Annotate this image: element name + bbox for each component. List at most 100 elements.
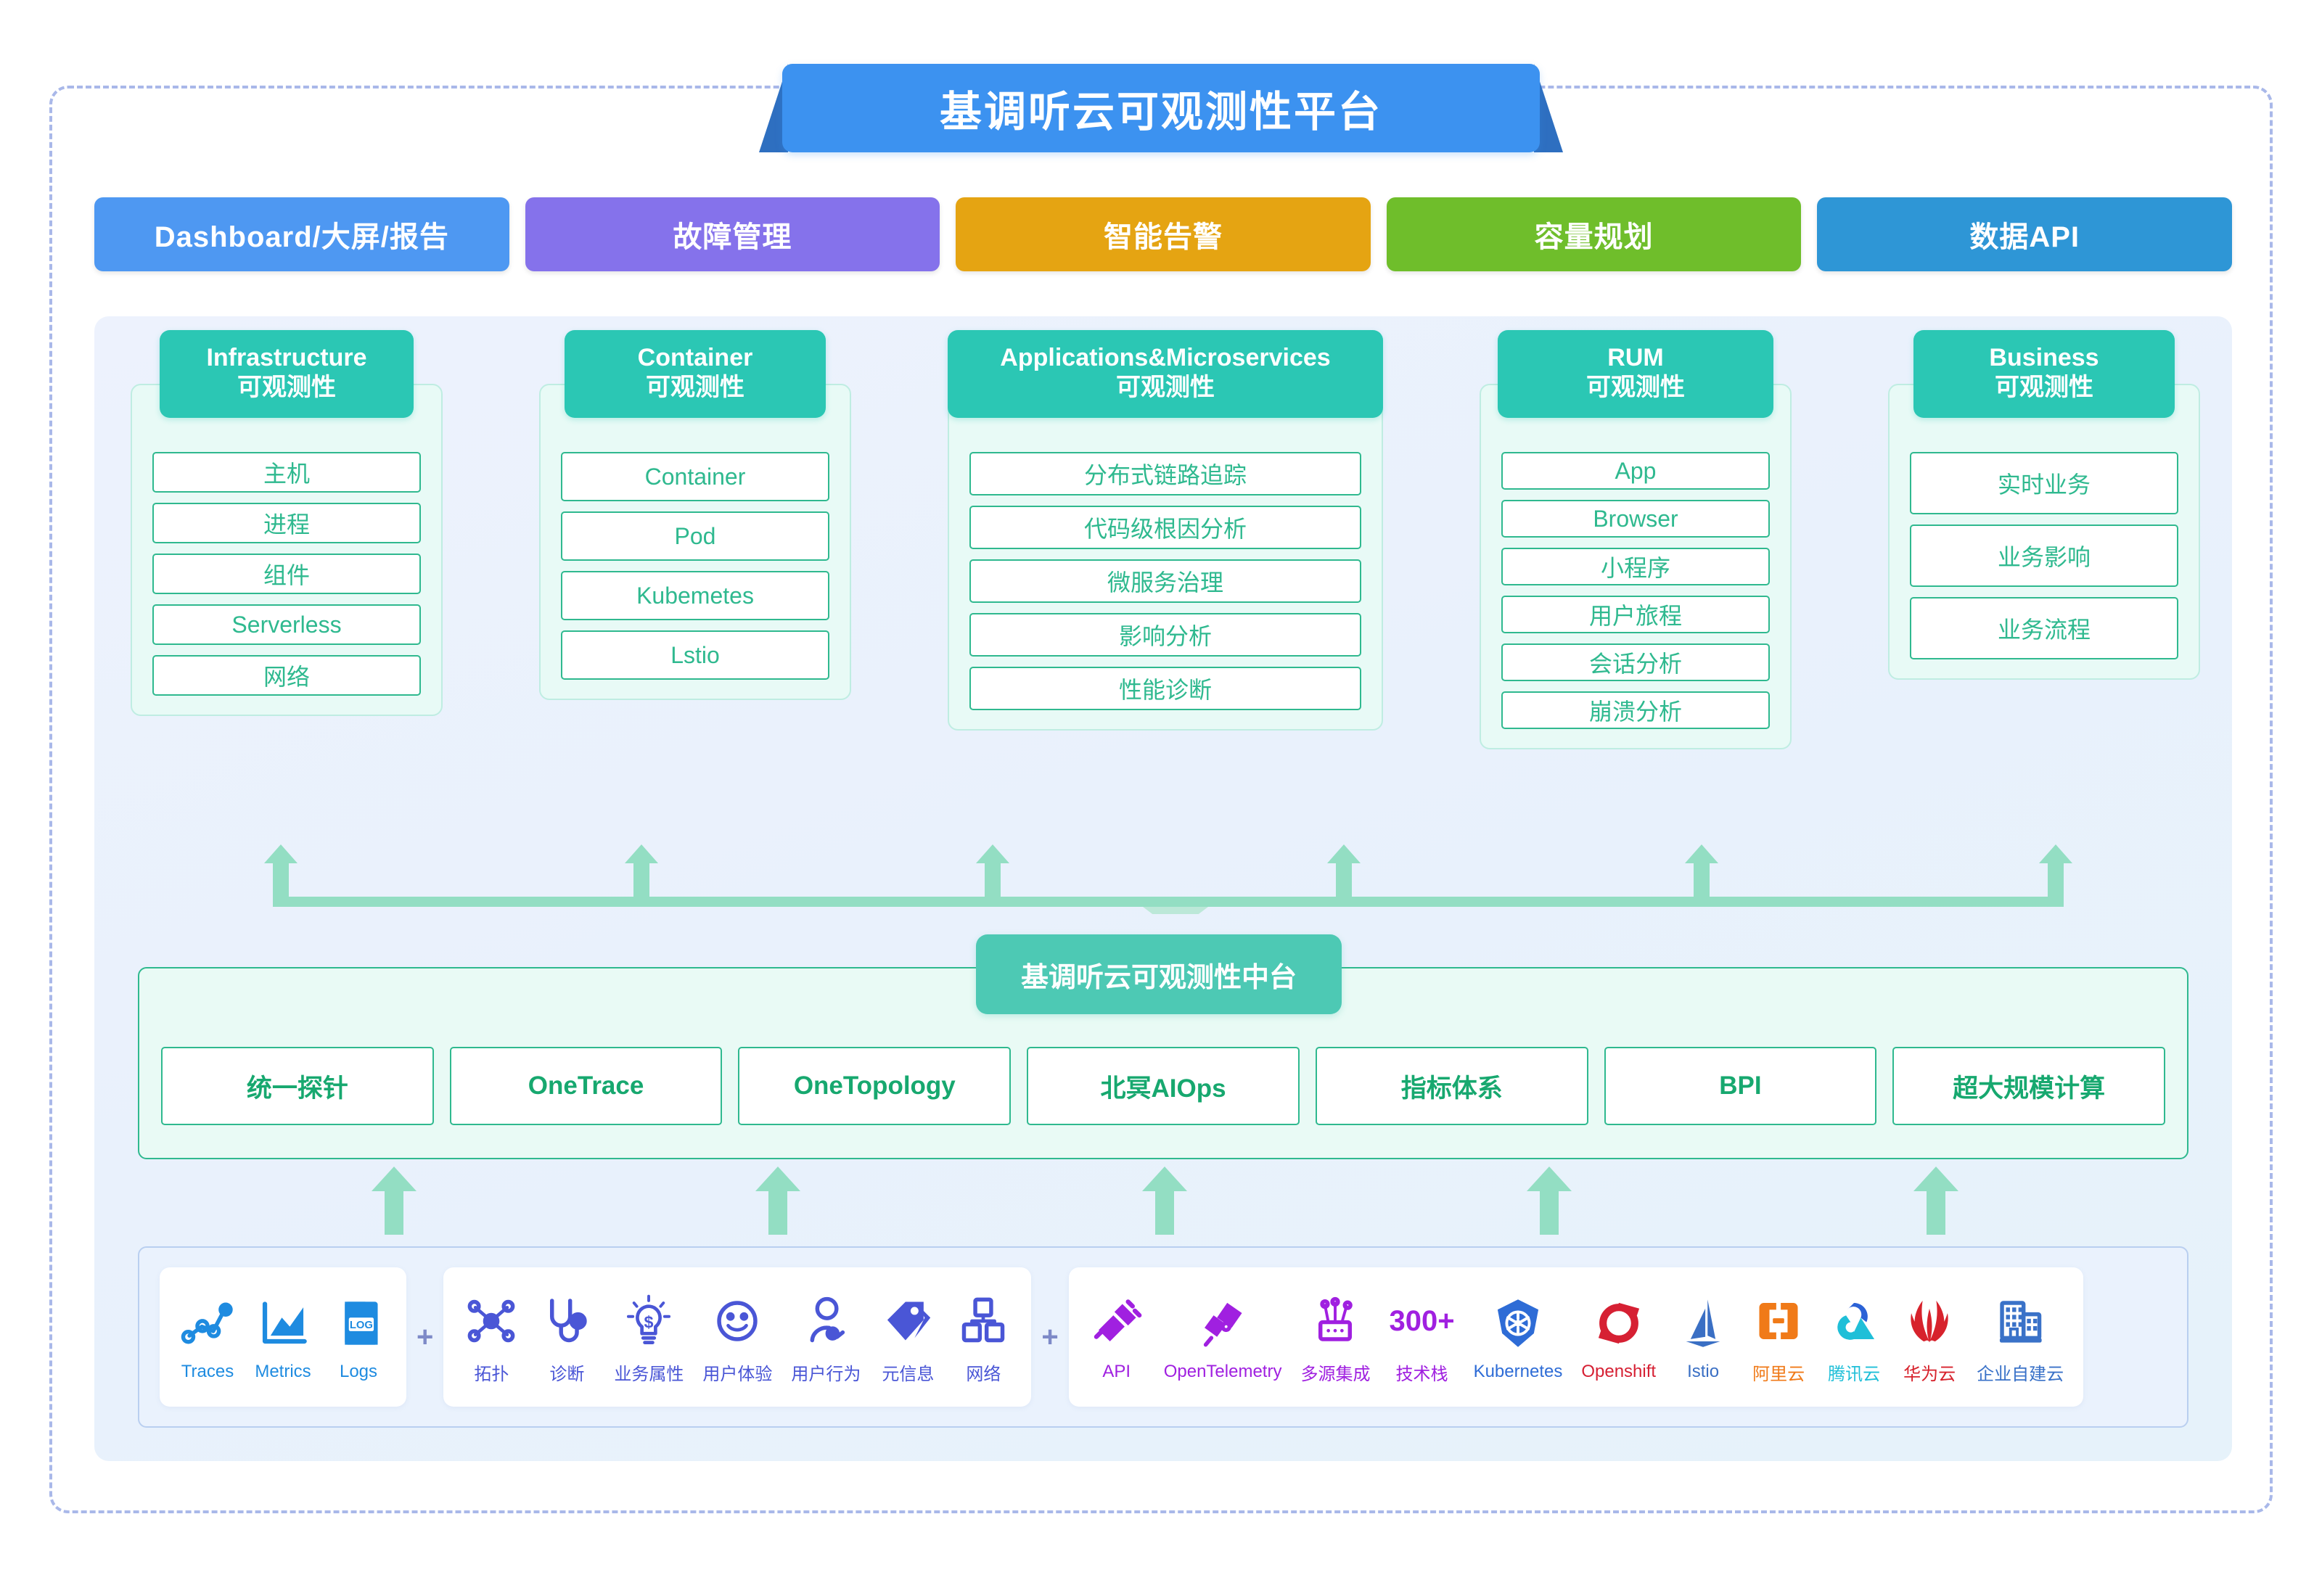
pillar-title-en: Business xyxy=(1989,344,2099,371)
svg-text:LOG: LOG xyxy=(350,1320,373,1331)
pillar-item[interactable]: 影响分析 xyxy=(969,613,1361,657)
pillar-header: Infrastructure 可观测性 xyxy=(160,330,414,418)
pillar-rum: App Browser 小程序 用户旅程 会话分析 崩溃分析 RUM 可观测性 xyxy=(1480,330,1792,838)
source-group-2: API OpenTelemetry 多源集成 300+ 技术栈 Kubernetes Ope… xyxy=(1068,1267,2084,1407)
pillar-item[interactable]: Container xyxy=(561,452,829,501)
pillar-item[interactable]: 性能诊断 xyxy=(969,667,1361,710)
top-nav-bar: Dashboard/大屏/报告 故障管理 智能告警 容量规划 数据API xyxy=(94,197,2232,271)
source-item[interactable]: 网络 xyxy=(945,1290,1021,1385)
data-sources-card: Traces Metrics LOG Logs + 拓扑 诊断 $ 业务属性 用户体验 用户行为 元信… xyxy=(138,1246,2188,1428)
pillar-body: Container Pod Kubemetes Lstio xyxy=(539,384,851,700)
source-item-label: 腾讯云 xyxy=(1828,1364,1881,1384)
pillar-item[interactable]: 崩溃分析 xyxy=(1501,691,1770,729)
pillar-item[interactable]: Kubemetes xyxy=(561,571,829,620)
nav-button-2[interactable]: 智能告警 xyxy=(956,197,1371,271)
enterprise-cloud-icon xyxy=(1992,1290,2048,1352)
source-item[interactable]: 用户体验 xyxy=(693,1290,781,1385)
count-300-plus: 300+ xyxy=(1389,1304,1455,1337)
pillar-infrastructure: 主机进程组件 Serverless 网络 Infrastructure 可观测性 xyxy=(131,330,443,838)
source-item-label: 用户行为 xyxy=(791,1364,861,1384)
source-item-label: Logs xyxy=(339,1362,378,1381)
pillar-title-cn: 可观测性 xyxy=(237,374,336,402)
kubernetes-logo xyxy=(1490,1292,1546,1354)
pillar-item[interactable]: 分布式链路追踪 xyxy=(969,452,1361,495)
source-item[interactable]: 拓扑 xyxy=(454,1290,529,1385)
pillar-item[interactable]: 实时业务 xyxy=(1910,452,2178,514)
source-item-label: 阿里云 xyxy=(1752,1364,1805,1384)
pillar-item[interactable]: 会话分析 xyxy=(1501,643,1770,681)
source-item[interactable]: 阿里云 xyxy=(1741,1290,1816,1385)
capability-box[interactable]: BPI xyxy=(1604,1047,1877,1125)
smiley-face-icon xyxy=(709,1290,766,1352)
logs-icon: LOG xyxy=(330,1292,387,1354)
source-item-label: 华为云 xyxy=(1903,1364,1956,1384)
source-item[interactable]: API xyxy=(1079,1292,1154,1382)
pillar-title-cn: 可观测性 xyxy=(1116,374,1215,402)
pillar-item[interactable]: Pod xyxy=(561,511,829,561)
pillar-title-cn: 可观测性 xyxy=(1586,374,1685,402)
router-icon xyxy=(1307,1290,1363,1352)
source-item-label: 诊断 xyxy=(549,1364,585,1384)
pillar-item[interactable]: App xyxy=(1501,452,1770,490)
pillar-item[interactable]: 组件 xyxy=(152,554,421,594)
platform-label: 基调听云可观测性中台 xyxy=(976,934,1342,1014)
source-item[interactable]: 企业自建云 xyxy=(1967,1290,2073,1385)
source-item[interactable]: $ 业务属性 xyxy=(604,1290,693,1385)
source-group-1: 拓扑 诊断 $ 业务属性 用户体验 用户行为 元信息 网络 xyxy=(443,1267,1032,1407)
observability-pillars: 主机进程组件 Serverless 网络 Infrastructure 可观测性 Cont… xyxy=(131,330,2200,838)
plus-separator: + xyxy=(1041,1320,1059,1353)
pillar-title-en: Container xyxy=(637,344,753,371)
pillar-item[interactable]: Lstio xyxy=(561,630,829,680)
platform-capabilities: 统一探针 OneTrace OneTopology 北冥AIOps 指标体系 BPI 超大规… xyxy=(161,1047,2166,1125)
capability-box[interactable]: 指标体系 xyxy=(1315,1047,1588,1125)
source-item[interactable]: 元信息 xyxy=(870,1290,945,1385)
source-item-label: OpenTelemetry xyxy=(1163,1362,1282,1381)
source-item-label: 拓扑 xyxy=(474,1364,509,1384)
capability-box[interactable]: 超大规模计算 xyxy=(1892,1047,2166,1125)
pillar-item[interactable]: 用户旅程 xyxy=(1501,596,1770,633)
pillar-title-en: Infrastructure xyxy=(206,344,367,371)
pillar-item[interactable]: Serverless xyxy=(152,604,421,645)
user-behavior-icon xyxy=(797,1290,854,1352)
nav-button-4[interactable]: 数据API xyxy=(1817,197,2232,271)
capability-box[interactable]: 北冥AIOps xyxy=(1027,1047,1300,1125)
pillar-title-cn: 可观测性 xyxy=(1995,374,2093,402)
source-item-label: 多源集成 xyxy=(1300,1364,1371,1384)
source-item[interactable]: 诊断 xyxy=(529,1290,604,1385)
capability-box[interactable]: 统一探针 xyxy=(161,1047,434,1125)
pillar-item[interactable]: 微服务治理 xyxy=(969,559,1361,603)
source-item[interactable]: 用户行为 xyxy=(781,1290,870,1385)
pillar-item[interactable]: 小程序 xyxy=(1501,548,1770,585)
pillar-item[interactable]: 业务影响 xyxy=(1910,525,2178,587)
nav-button-0[interactable]: Dashboard/大屏/报告 xyxy=(94,197,509,271)
pillar-applications-microservices: 分布式链路追踪 代码级根因分析 微服务治理 影响分析 性能诊断 Applications&… xyxy=(948,330,1383,838)
pillar-item[interactable]: 业务流程 xyxy=(1910,597,2178,659)
source-item[interactable]: LOG Logs xyxy=(321,1292,396,1382)
nav-button-1[interactable]: 故障管理 xyxy=(525,197,940,271)
nav-button-3[interactable]: 容量规划 xyxy=(1386,197,1802,271)
pillar-item[interactable]: 主机 xyxy=(152,452,421,493)
source-item-label: API xyxy=(1102,1362,1131,1381)
source-item[interactable]: Istio xyxy=(1665,1292,1741,1382)
source-item[interactable]: Traces xyxy=(170,1292,245,1382)
source-item[interactable]: Kubernetes xyxy=(1464,1292,1572,1382)
capability-box[interactable]: OneTrace xyxy=(449,1047,723,1125)
pillar-item[interactable]: 网络 xyxy=(152,655,421,696)
source-item[interactable]: 腾讯云 xyxy=(1816,1290,1892,1385)
source-item[interactable]: OpenTelemetry xyxy=(1154,1292,1292,1382)
metrics-icon xyxy=(255,1292,311,1354)
capability-box[interactable]: OneTopology xyxy=(738,1047,1012,1125)
aliyun-logo xyxy=(1750,1290,1807,1352)
source-item[interactable]: 华为云 xyxy=(1892,1290,1967,1385)
pillar-item[interactable]: Browser xyxy=(1501,500,1770,538)
pillar-item[interactable]: 进程 xyxy=(152,503,421,543)
source-item-label: 网络 xyxy=(966,1364,1001,1384)
tag-icon xyxy=(879,1290,936,1352)
source-item-label: 企业自建云 xyxy=(1977,1364,2064,1384)
source-item[interactable]: 多源集成 xyxy=(1291,1290,1379,1385)
pillar-container: Container Pod Kubemetes Lstio Container 可观测性 xyxy=(539,330,851,838)
pillar-item[interactable]: 代码级根因分析 xyxy=(969,506,1361,549)
source-item[interactable]: 300+ 技术栈 xyxy=(1379,1290,1464,1385)
source-item[interactable]: Metrics xyxy=(245,1292,321,1382)
source-item[interactable]: Openshift xyxy=(1572,1292,1665,1382)
